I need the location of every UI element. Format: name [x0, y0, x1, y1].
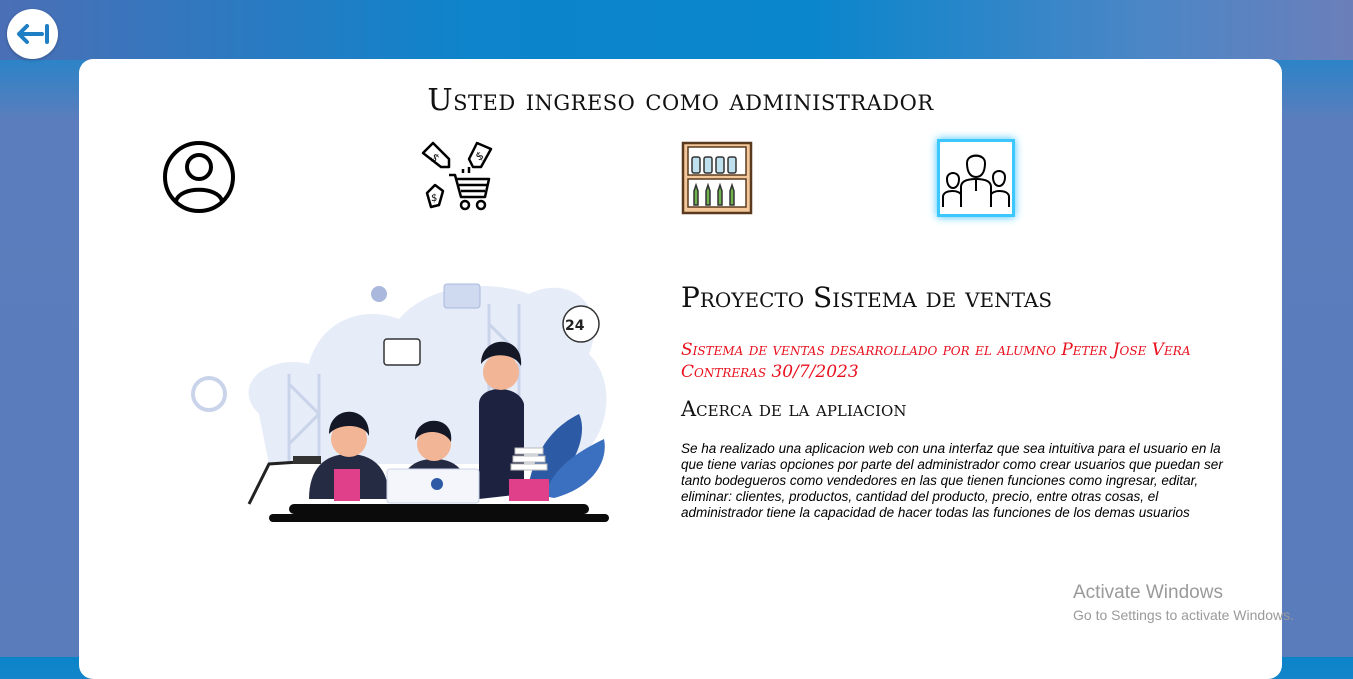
user-circle-icon [163, 141, 235, 213]
svg-text:$: $ [428, 151, 442, 165]
nav-productos[interactable] [679, 139, 755, 215]
watermark-line2: Go to Settings to activate Windows. [1073, 607, 1294, 623]
store-shelf-icon [681, 141, 753, 215]
project-title: Proyecto Sistema de ventas [681, 281, 1053, 314]
people-group-icon [942, 154, 1010, 207]
page-title: Usted ingreso como administrador [427, 83, 934, 118]
nav-usuarios[interactable] [161, 139, 237, 215]
top-banner [0, 0, 1353, 60]
back-button[interactable] [7, 9, 58, 59]
office-team-illustration: 24 [189, 264, 629, 524]
windows-activation-watermark: Activate Windows Go to Settings to activ… [1073, 582, 1294, 623]
author-credit: Sistema de ventas desarrollado por el al… [681, 340, 1191, 382]
price-tags-cart-icon: $ $ $ [421, 141, 493, 211]
arrow-left-to-bar-icon [16, 24, 49, 44]
about-description: Se ha realizado una aplicacion web con u… [681, 441, 1223, 520]
about-title: Acerca de la apliacion [681, 397, 907, 421]
svg-text:$: $ [431, 193, 437, 204]
nav-clientes[interactable] [937, 139, 1015, 217]
watermark-line1: Activate Windows [1073, 582, 1223, 603]
nav-ventas[interactable]: $ $ $ [419, 139, 495, 215]
svg-text:24: 24 [565, 318, 585, 334]
